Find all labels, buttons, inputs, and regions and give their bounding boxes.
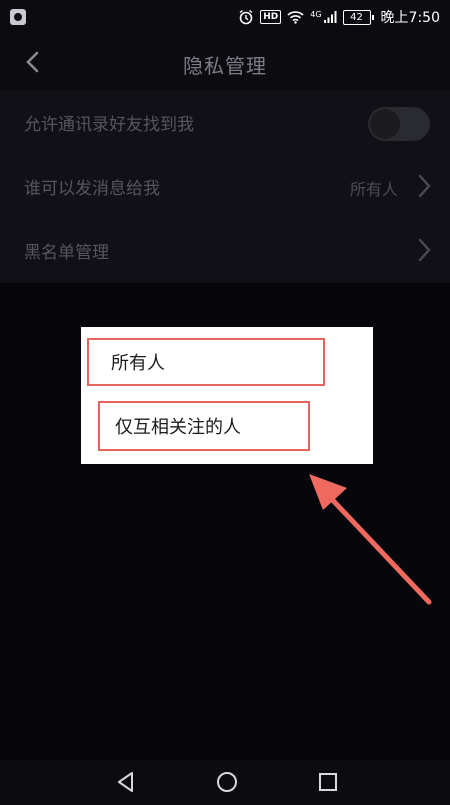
- setting-label: 谁可以发消息给我: [24, 178, 160, 199]
- cellular-signal-icon: 4G: [310, 10, 337, 24]
- setting-blacklist[interactable]: 黑名单管理: [0, 218, 450, 282]
- annotation-arrow: [309, 474, 432, 605]
- setting-who-can-message[interactable]: 谁可以发消息给我 所有人: [0, 154, 450, 218]
- toggle-knob: [370, 109, 400, 139]
- nav-back-icon[interactable]: [114, 770, 138, 794]
- option-everyone[interactable]: 所有人: [87, 338, 325, 386]
- setting-value: 所有人: [349, 180, 398, 199]
- status-time: 晚上7:50: [380, 10, 440, 26]
- chevron-right-icon: [418, 174, 431, 198]
- battery-icon: 42: [342, 9, 374, 25]
- system-navigation-bar: [0, 760, 450, 805]
- hd-icon: HD: [260, 10, 282, 24]
- network-type-label: 4G: [310, 10, 322, 19]
- app-notification-icon: [10, 9, 26, 25]
- nav-home-icon[interactable]: [215, 770, 239, 794]
- page-title: 隐私管理: [183, 54, 267, 78]
- nav-recent-apps-icon[interactable]: [316, 770, 340, 794]
- setting-label: 允许通讯录好友找到我: [24, 114, 194, 135]
- option-mutual-follows[interactable]: 仅互相关注的人: [98, 401, 310, 451]
- message-permission-dialog: 所有人 仅互相关注的人: [81, 327, 373, 464]
- settings-list: 允许通讯录好友找到我 谁可以发消息给我 所有人 黑名单管理: [0, 90, 450, 283]
- alarm-icon: [238, 9, 254, 25]
- status-bar: HD 4G 42 晚上7:50: [0, 0, 450, 34]
- wifi-icon: [287, 10, 304, 24]
- top-app-bar: 隐私管理: [0, 34, 450, 90]
- setting-label: 黑名单管理: [24, 242, 109, 263]
- chevron-right-icon: [418, 238, 431, 262]
- find-by-contacts-toggle[interactable]: [368, 107, 430, 141]
- setting-find-by-contacts[interactable]: 允许通讯录好友找到我: [0, 90, 450, 154]
